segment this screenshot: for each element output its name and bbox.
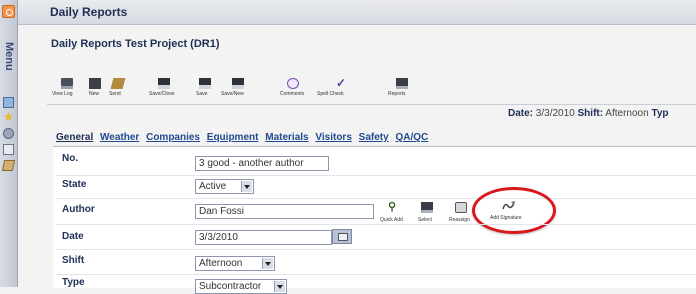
save-new-button[interactable]: Save/New: [221, 91, 244, 97]
state-label: State: [62, 179, 87, 190]
row-divider: [56, 224, 696, 225]
tab-equipment[interactable]: Equipment: [207, 132, 259, 143]
state-select[interactable]: Active: [195, 179, 254, 194]
state-value: Active: [199, 181, 227, 192]
general-form-panel: [53, 146, 696, 288]
reports-button[interactable]: Reports: [388, 91, 406, 97]
report-info-bar: Date: 3/3/2010 Shift: Afternoon Typ: [508, 108, 669, 119]
quick-add-icon[interactable]: ⚲: [388, 202, 400, 213]
reassign-icon[interactable]: [455, 202, 467, 213]
reports-icon[interactable]: [396, 78, 408, 89]
spell-check-icon[interactable]: ✓: [336, 77, 348, 89]
save-new-icon[interactable]: [232, 78, 244, 89]
select-button[interactable]: Select: [418, 217, 432, 223]
shift-label: Shift:: [577, 108, 604, 119]
new-button[interactable]: New: [89, 91, 99, 97]
app-logo-icon[interactable]: [2, 5, 15, 18]
author-label: Author: [62, 204, 95, 215]
row-divider: [56, 175, 696, 176]
row-divider: [56, 249, 696, 250]
select-icon[interactable]: [421, 202, 433, 213]
save-close-icon[interactable]: [158, 78, 170, 89]
row-divider: [56, 274, 696, 275]
no-label: No.: [62, 153, 79, 164]
author-field[interactable]: Dan Fossi: [195, 204, 374, 219]
view-log-icon[interactable]: [61, 78, 73, 89]
globe-icon[interactable]: [3, 128, 14, 139]
tab-weather[interactable]: Weather: [100, 132, 139, 143]
tab-materials[interactable]: Materials: [265, 132, 308, 143]
send-icon[interactable]: [110, 78, 126, 89]
tab-companies[interactable]: Companies: [146, 132, 200, 143]
date-value: 3/3/2010: [535, 108, 575, 119]
report-icon[interactable]: [3, 97, 14, 108]
save-close-button[interactable]: Save/Close: [149, 91, 175, 97]
shift-value: Afternoon: [605, 108, 649, 119]
tab-visitors[interactable]: Visitors: [315, 132, 352, 143]
side-menu-label[interactable]: Menu: [1, 42, 16, 71]
no-field[interactable]: 3 good - another author: [195, 156, 329, 171]
save-button[interactable]: Save: [196, 91, 207, 97]
shift-select[interactable]: Afternoon: [195, 256, 275, 271]
row-divider: [56, 198, 696, 199]
window-header: Daily Reports: [18, 0, 696, 25]
date-field[interactable]: 3/3/2010: [195, 230, 332, 245]
date-field-label: Date: [62, 231, 84, 242]
quick-add-button[interactable]: Quick Add: [380, 217, 403, 223]
tab-safety[interactable]: Safety: [359, 132, 389, 143]
highlight-ring-annotation: [472, 187, 556, 234]
project-title: Daily Reports Test Project (DR1): [51, 38, 220, 50]
type-field-label: Type: [62, 277, 85, 288]
shift-field-label: Shift: [62, 255, 85, 266]
comments-icon[interactable]: [287, 78, 299, 89]
tab-bar: General Weather Companies Equipment Mate…: [56, 132, 432, 143]
tab-general[interactable]: General: [56, 132, 93, 143]
spell-check-button[interactable]: Spell Check: [317, 91, 344, 97]
window-title: Daily Reports: [50, 5, 128, 19]
send-button[interactable]: Send: [109, 91, 121, 97]
view-log-button[interactable]: View Log: [52, 91, 72, 97]
chevron-down-icon[interactable]: [262, 258, 273, 269]
save-icon[interactable]: [199, 78, 211, 89]
reassign-button[interactable]: Reassign: [449, 217, 470, 223]
edit-icon[interactable]: [1, 160, 16, 171]
chevron-down-icon[interactable]: [241, 181, 252, 192]
document-icon[interactable]: [3, 144, 14, 155]
date-label: Date:: [508, 108, 534, 119]
side-menu-bar: Menu ★: [0, 0, 18, 287]
comments-button[interactable]: Comments: [280, 91, 304, 97]
calendar-icon[interactable]: [332, 229, 352, 244]
new-icon[interactable]: [89, 78, 101, 89]
shift-select-value: Afternoon: [199, 258, 243, 269]
toolbar-divider: [47, 104, 696, 105]
type-label: Typ: [651, 108, 669, 119]
tab-qa-qc[interactable]: QA/QC: [395, 132, 428, 143]
star-icon[interactable]: ★: [3, 111, 14, 123]
